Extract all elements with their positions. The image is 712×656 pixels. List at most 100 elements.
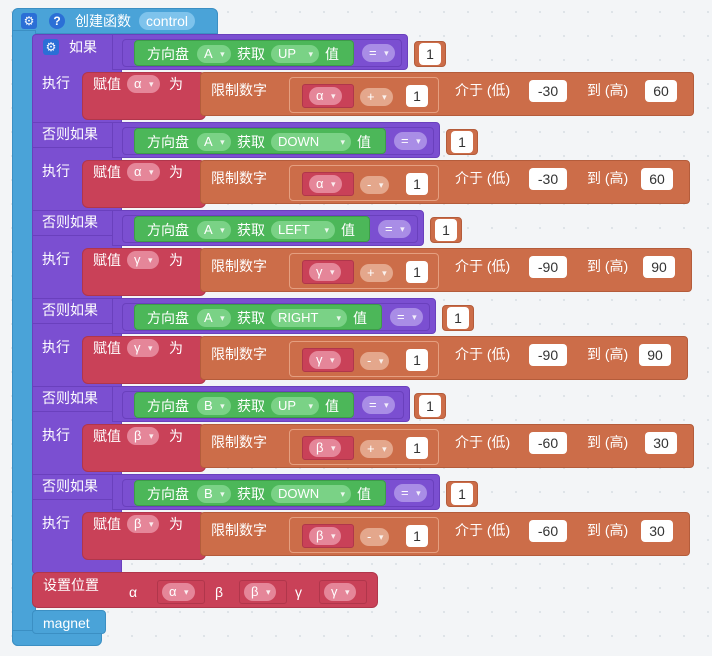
set-position-block[interactable]: 设置位置 α α β β γ γ [32, 572, 378, 608]
joystick-block[interactable]: 方向盘 A 获取 RIGHT 值 [134, 304, 382, 330]
compare-value-input[interactable]: 1 [451, 483, 473, 505]
arith-operator-dropdown[interactable]: + [360, 264, 393, 282]
compare-operator-dropdown[interactable]: = [394, 484, 427, 502]
arithmetic-block[interactable]: β-1 [289, 517, 439, 553]
joystick-id-dropdown[interactable]: A [197, 221, 231, 239]
arith-step-input[interactable]: 1 [406, 437, 428, 459]
clamp-block[interactable]: 限制数字 β-1 介于 (低) -60 到 (高) 30 [200, 512, 690, 556]
function-name-field[interactable]: control [139, 12, 196, 30]
compare-value-input[interactable]: 1 [419, 395, 441, 417]
arith-step-input[interactable]: 1 [406, 173, 428, 195]
arithmetic-block[interactable]: α +1 [289, 77, 439, 113]
beta-var-dropdown[interactable]: β [244, 583, 277, 601]
joystick-block[interactable]: 方向盘 A 获取 LEFT 值 [134, 216, 370, 242]
low-input[interactable]: -60 [529, 432, 567, 454]
arith-step-input[interactable]: 1 [406, 349, 428, 371]
arith-var-dropdown[interactable]: β [309, 439, 342, 457]
assign-var-dropdown[interactable]: β [127, 427, 160, 445]
high-input[interactable]: 90 [643, 256, 675, 278]
arith-operator-dropdown[interactable]: + [360, 440, 393, 458]
joystick-block[interactable]: 方向盘 A 获取 UP 值 [134, 40, 354, 66]
assign-block[interactable]: 赋值 β为 [82, 512, 206, 560]
high-label: 到 (高) [587, 346, 629, 362]
arith-step-input[interactable]: 1 [406, 261, 428, 283]
compare-value-input[interactable]: 1 [419, 43, 441, 65]
clamp-block[interactable]: 限制数字 γ +1 介于 (低) -90 到 (高) 90 [200, 248, 692, 292]
direction-dropdown[interactable]: UP [271, 397, 319, 415]
joystick-id-dropdown[interactable]: A [197, 133, 231, 151]
direction-dropdown[interactable]: LEFT [271, 221, 335, 239]
joystick-id-dropdown[interactable]: A [197, 45, 231, 63]
compare-operator-dropdown[interactable]: = [390, 308, 423, 326]
arith-operator-dropdown[interactable]: - [360, 176, 390, 194]
magnet-block[interactable]: magnet [32, 610, 106, 634]
compare-operator-dropdown[interactable]: = [362, 396, 395, 414]
do-label: 执行 [42, 75, 70, 91]
joystick-id-dropdown[interactable]: A [197, 309, 231, 327]
arith-operator-dropdown[interactable]: - [360, 352, 390, 370]
low-input[interactable]: -30 [529, 80, 567, 102]
assign-var-dropdown[interactable]: γ [127, 251, 159, 269]
compare-value-input[interactable]: 1 [435, 219, 457, 241]
compare-operator-dropdown[interactable]: = [362, 44, 395, 62]
function-block-header[interactable]: ⚙ ? 创建函数 control [12, 8, 218, 34]
direction-dropdown[interactable]: RIGHT [271, 309, 347, 327]
low-input[interactable]: -90 [529, 256, 567, 278]
assign-var-dropdown[interactable]: α [127, 163, 160, 181]
assign-var-dropdown[interactable]: β [127, 515, 160, 533]
arith-step-input[interactable]: 1 [406, 525, 428, 547]
question-icon[interactable]: ? [49, 13, 65, 29]
high-input[interactable]: 30 [645, 432, 677, 454]
joystick-id-dropdown[interactable]: B [197, 485, 231, 503]
arithmetic-block[interactable]: γ -1 [289, 341, 439, 377]
gear-icon[interactable]: ⚙ [43, 39, 59, 55]
high-input[interactable]: 30 [641, 520, 673, 542]
assign-var-dropdown[interactable]: γ [127, 339, 159, 357]
arith-var-dropdown[interactable]: γ [309, 351, 341, 369]
clamp-label: 限制数字 [211, 258, 267, 274]
compare-value-input[interactable]: 1 [451, 131, 473, 153]
assign-block[interactable]: 赋值 α为 [82, 72, 206, 120]
low-input[interactable]: -90 [529, 344, 567, 366]
clamp-block[interactable]: 限制数字 γ -1 介于 (低) -90 到 (高) 90 [200, 336, 688, 380]
high-slot: 30 [635, 519, 681, 545]
arithmetic-block[interactable]: γ +1 [289, 253, 439, 289]
direction-dropdown[interactable]: UP [271, 45, 319, 63]
clamp-block[interactable]: 限制数字 β +1 介于 (低) -60 到 (高) 30 [200, 424, 694, 468]
joystick-block[interactable]: 方向盘 A 获取 DOWN 值 [134, 128, 386, 154]
gear-icon[interactable]: ⚙ [21, 13, 37, 29]
joystick-block[interactable]: 方向盘 B 获取 DOWN 值 [134, 480, 386, 506]
high-input[interactable]: 90 [639, 344, 671, 366]
direction-dropdown[interactable]: DOWN [271, 485, 351, 503]
arith-operator-dropdown[interactable]: - [360, 528, 390, 546]
high-input[interactable]: 60 [645, 80, 677, 102]
compare-value-slot: 1 [442, 305, 474, 331]
arith-var-dropdown[interactable]: β [309, 527, 342, 545]
clamp-block[interactable]: 限制数字 α +1 介于 (低) -30 到 (高) 60 [200, 72, 694, 116]
arith-operator-dropdown[interactable]: + [360, 88, 393, 106]
arithmetic-block[interactable]: β +1 [289, 429, 439, 465]
gamma-var-dropdown[interactable]: γ [324, 583, 356, 601]
assign-block[interactable]: 赋值 γ为 [82, 248, 206, 296]
arith-step-slot: 1 [402, 348, 434, 374]
arith-var-dropdown[interactable]: γ [309, 263, 341, 281]
compare-operator-dropdown[interactable]: = [378, 220, 411, 238]
joystick-id-dropdown[interactable]: B [197, 397, 231, 415]
low-input[interactable]: -60 [529, 520, 567, 542]
clamp-block[interactable]: 限制数字 α-1 介于 (低) -30 到 (高) 60 [200, 160, 690, 204]
compare-operator-dropdown[interactable]: = [394, 132, 427, 150]
high-input[interactable]: 60 [641, 168, 673, 190]
arith-step-input[interactable]: 1 [406, 85, 428, 107]
arith-var-dropdown[interactable]: α [309, 175, 342, 193]
arithmetic-block[interactable]: α-1 [289, 165, 439, 201]
assign-block[interactable]: 赋值 α为 [82, 160, 206, 208]
assign-var-dropdown[interactable]: α [127, 75, 160, 93]
joystick-block[interactable]: 方向盘 B 获取 UP 值 [134, 392, 354, 418]
assign-block[interactable]: 赋值 β为 [82, 424, 206, 472]
compare-value-input[interactable]: 1 [447, 307, 469, 329]
alpha-var-dropdown[interactable]: α [162, 583, 195, 601]
arith-var-dropdown[interactable]: α [309, 87, 342, 105]
assign-block[interactable]: 赋值 γ为 [82, 336, 206, 384]
low-input[interactable]: -30 [529, 168, 567, 190]
direction-dropdown[interactable]: DOWN [271, 133, 351, 151]
